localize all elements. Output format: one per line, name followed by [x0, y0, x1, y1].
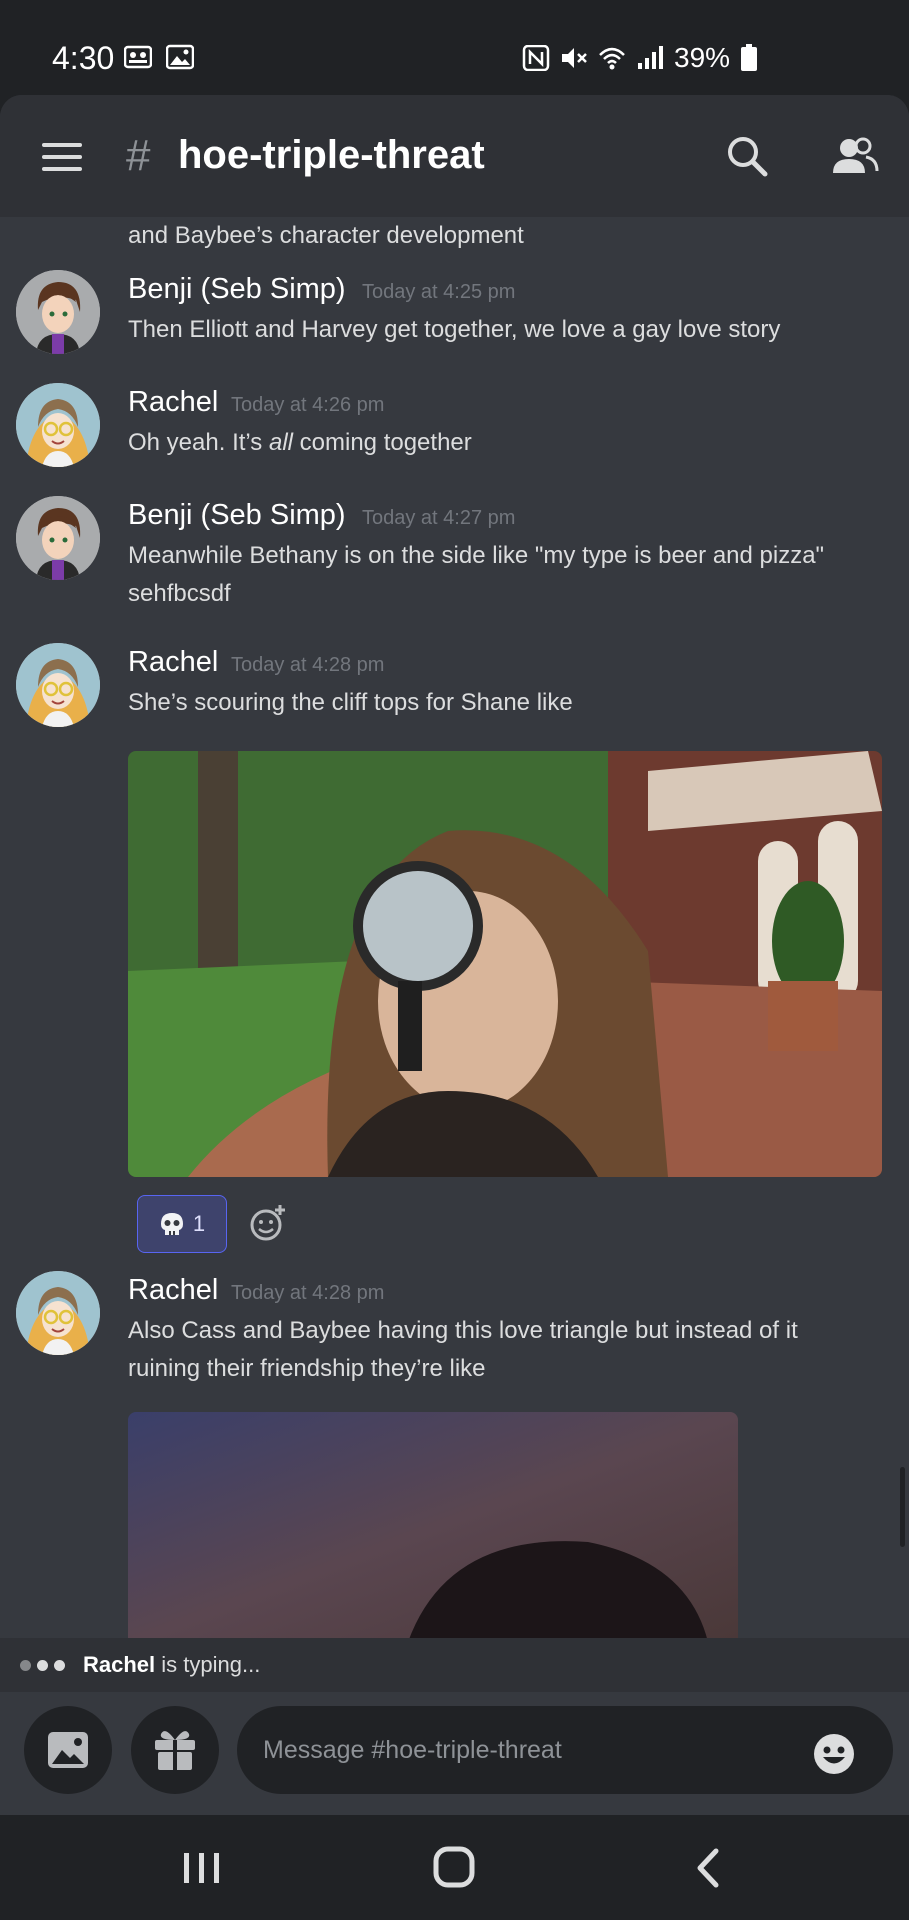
message-timestamp: Today at 4:26 pm	[231, 394, 385, 416]
message-text: Also Cass and Baybee having this love tr…	[128, 1317, 798, 1344]
members-icon[interactable]	[830, 131, 880, 181]
home-icon[interactable]	[424, 1845, 484, 1891]
message-timestamp: Today at 4:28 pm	[231, 1282, 385, 1304]
gift-button[interactable]	[131, 1706, 219, 1794]
search-icon[interactable]	[722, 131, 772, 181]
system-nav-bar	[0, 1815, 909, 1920]
message-text: Oh yeah. It’s all coming together	[128, 429, 472, 456]
scrollbar[interactable]	[900, 1467, 905, 1547]
signal-icon	[638, 46, 663, 69]
emoji-icon[interactable]	[812, 1732, 856, 1776]
message-text: Then Elliott and Harvey get together, we…	[128, 316, 781, 343]
message-list[interactable]: and Baybee’s character development Benji…	[0, 217, 909, 1642]
skull-icon	[160, 1213, 183, 1235]
message-timestamp: Today at 4:27 pm	[362, 507, 516, 529]
channel-panel: # hoe-triple-threat and Baybee’s charact…	[0, 95, 909, 1815]
battery-icon	[741, 44, 758, 71]
gallery-icon	[166, 44, 194, 70]
mute-icon	[562, 48, 587, 68]
typing-indicator: Rachel is typing...	[0, 1638, 909, 1692]
message-text: Meanwhile Bethany is on the side like "m…	[128, 542, 825, 569]
avatar[interactable]	[16, 496, 100, 580]
back-icon[interactable]	[680, 1845, 740, 1891]
status-bar: 4:30 39%	[0, 0, 909, 95]
menu-icon[interactable]	[42, 143, 82, 171]
message-author[interactable]: Rachel	[128, 386, 218, 419]
avatar[interactable]	[16, 383, 100, 467]
avatar[interactable]	[16, 1271, 100, 1355]
reaction-count: 1	[192, 1211, 206, 1236]
message-timestamp: Today at 4:25 pm	[362, 281, 516, 303]
typing-label: is typing...	[155, 1652, 261, 1677]
message-text: and Baybee’s character development	[128, 222, 524, 249]
recent-apps-icon[interactable]	[172, 1845, 232, 1891]
typing-user: Rachel	[83, 1652, 156, 1677]
gif-embed[interactable]	[128, 1412, 738, 1642]
avatar[interactable]	[16, 643, 100, 727]
message-composer	[0, 1692, 909, 1815]
channel-title: hoe-triple-threat	[178, 133, 485, 177]
message-author[interactable]: Benji (Seb Simp)	[128, 499, 346, 532]
message-author[interactable]: Benji (Seb Simp)	[128, 273, 346, 306]
gift-icon	[155, 1731, 195, 1770]
add-reaction-icon[interactable]	[248, 1203, 288, 1243]
nfc-icon	[522, 45, 550, 71]
reaction-skull[interactable]: 1	[137, 1195, 227, 1253]
gif-embed[interactable]	[128, 751, 882, 1177]
message-text: ruining their friendship they’re like	[128, 1355, 486, 1382]
message-author[interactable]: Rachel	[128, 646, 218, 679]
message-author[interactable]: Rachel	[128, 1274, 218, 1307]
typing-dots-icon	[20, 1659, 65, 1671]
avatar[interactable]	[16, 270, 100, 354]
status-time: 4:30	[52, 40, 115, 76]
hash-icon: #	[126, 131, 151, 180]
image-icon	[48, 1732, 88, 1768]
message-timestamp: Today at 4:28 pm	[231, 654, 385, 676]
battery-percent: 39%	[674, 42, 731, 73]
message-input[interactable]	[237, 1706, 893, 1794]
channel-header: # hoe-triple-threat	[0, 95, 909, 217]
emphasis-text: all	[268, 429, 293, 456]
message-text: She’s scouring the cliff tops for Shane …	[128, 689, 573, 716]
voicemail-icon	[124, 45, 152, 69]
image-upload-button[interactable]	[24, 1706, 112, 1794]
message-text: sehfbcsdf	[128, 580, 231, 607]
wifi-icon	[599, 47, 625, 70]
